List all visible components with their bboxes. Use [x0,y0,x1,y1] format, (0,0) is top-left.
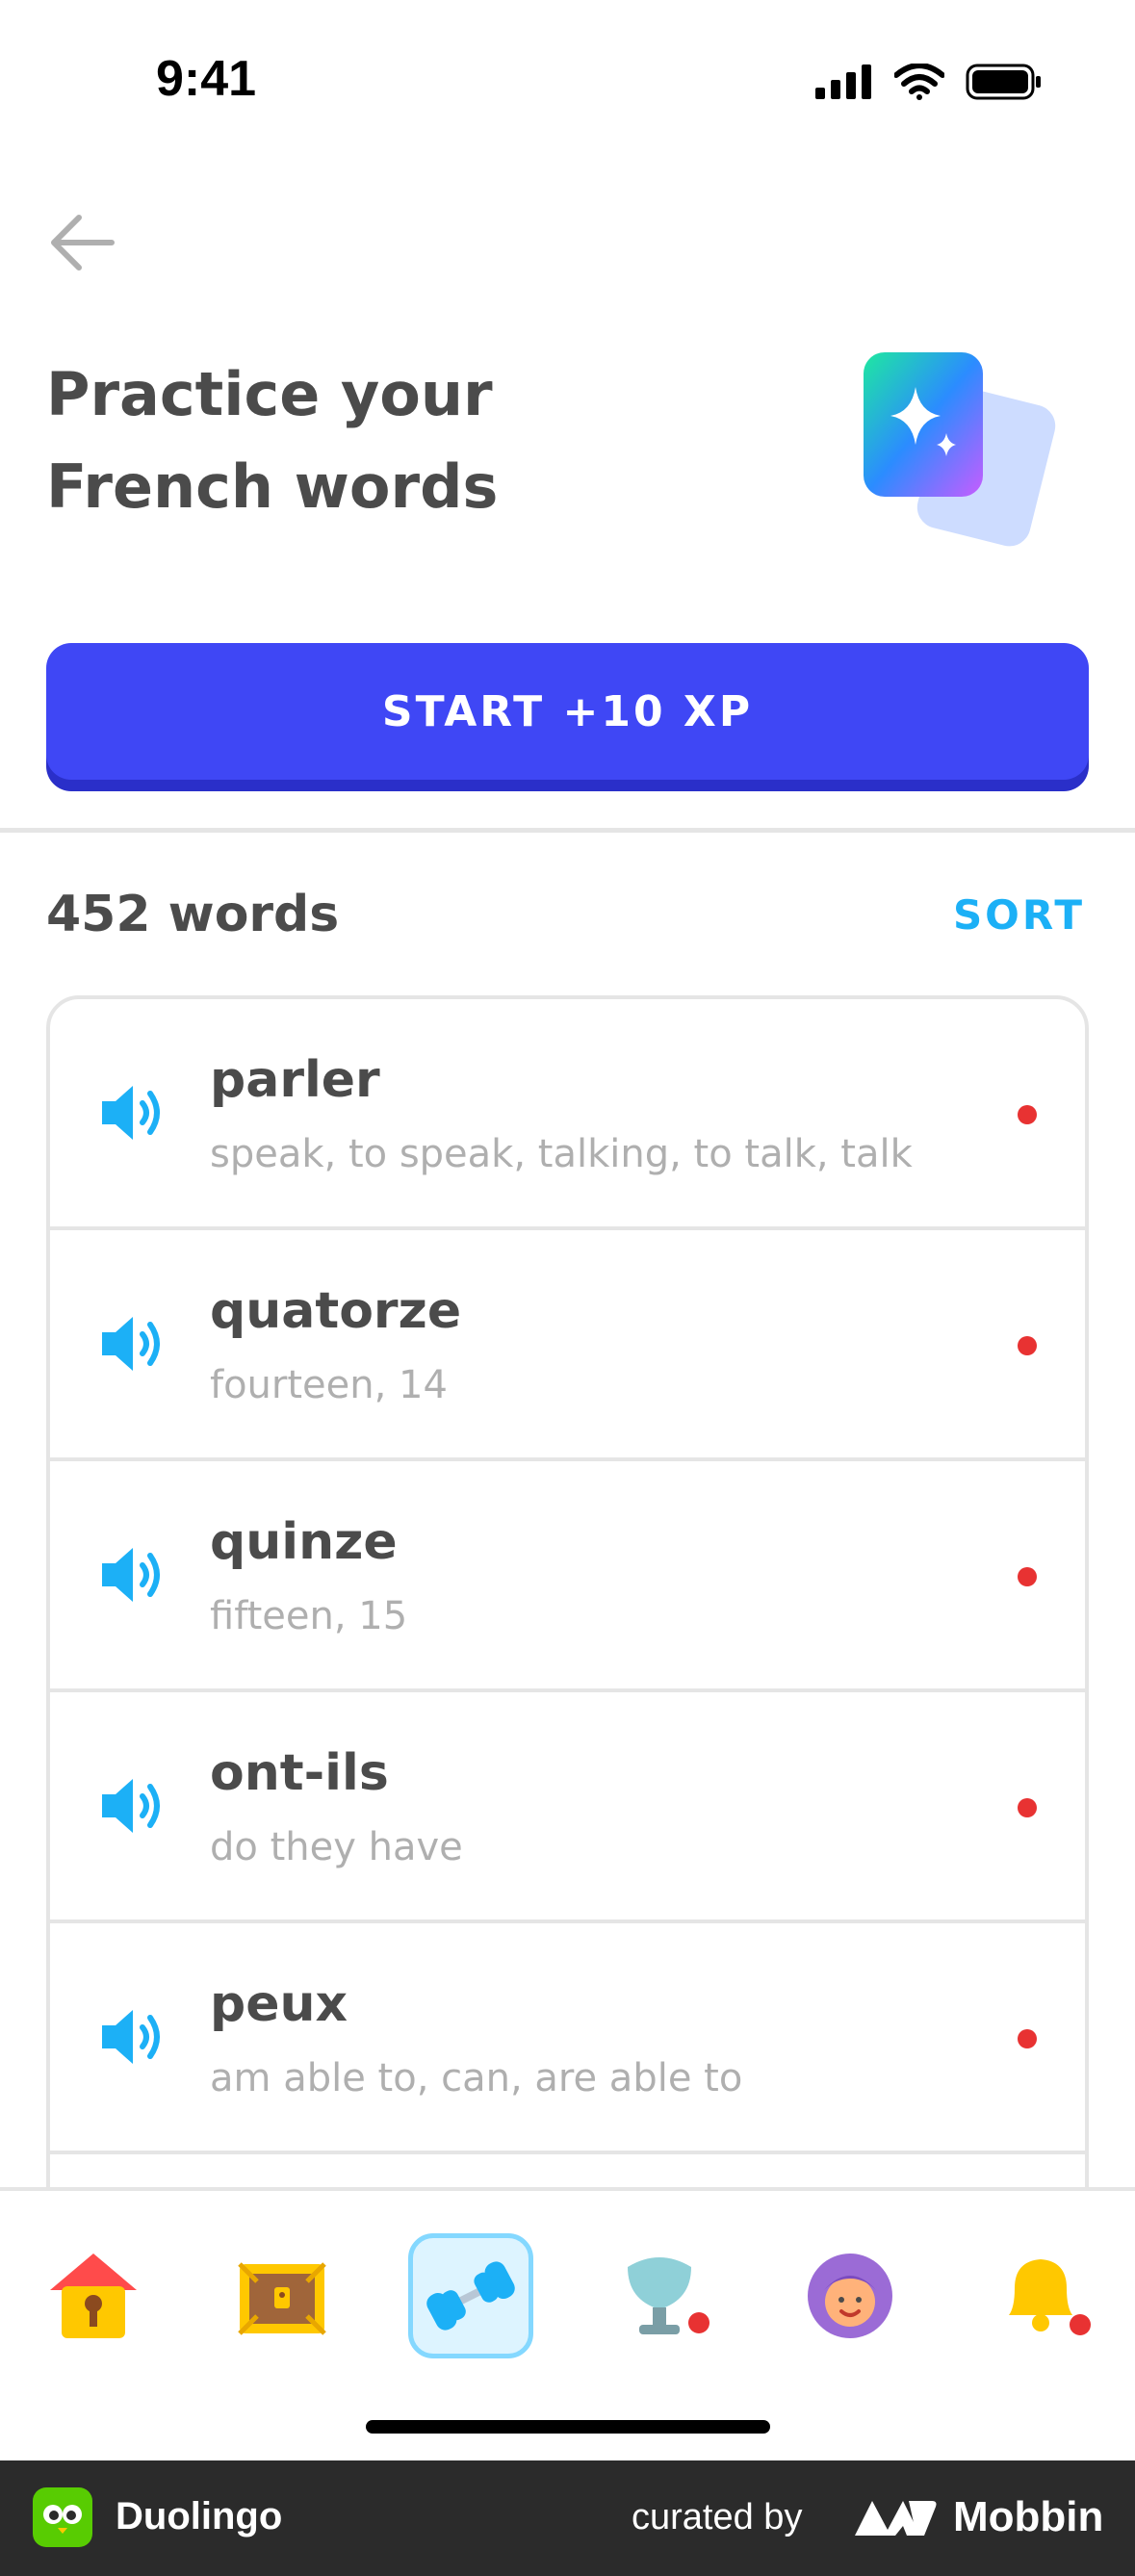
speaker-icon[interactable] [94,1307,168,1380]
dumbbell-icon [426,2261,515,2331]
footer-app-name: Duolingo [116,2495,283,2537]
tab-home[interactable] [31,2233,156,2358]
section-divider [0,828,1135,833]
battery-icon [966,64,1041,100]
status-time: 9:41 [156,51,257,107]
unread-dot [1018,1336,1037,1355]
speaker-icon[interactable] [94,1769,168,1842]
tab-shield[interactable] [597,2233,722,2358]
sparkle-cards-icon [864,352,1056,547]
word-term: peux [210,1975,348,2033]
unread-dot [1018,1567,1037,1586]
tab-leagues[interactable] [219,2233,345,2358]
word-translations: do they have [210,1825,463,1869]
back-button[interactable] [44,206,121,279]
list-item[interactable] [50,2154,1085,2189]
wifi-icon [894,64,944,100]
word-translations: speak, to speak, talking, to talk, talk [210,1132,913,1176]
shield-icon [628,2257,709,2334]
list-item[interactable]: parler speak, to speak, talking, to talk… [50,999,1085,1230]
title-line-1: Practice your [46,359,493,429]
list-item[interactable]: quinze fifteen, 15 [50,1461,1085,1692]
title-line-2: French words [46,451,499,522]
unread-dot [1018,1798,1037,1817]
list-item[interactable]: peux am able to, can, are able to [50,1923,1085,2154]
start-practice-button[interactable]: START +10 XP [46,643,1089,780]
tab-practice[interactable] [408,2233,533,2358]
tab-notifications[interactable] [978,2233,1103,2358]
word-list-viewport[interactable]: parler speak, to speak, talking, to talk… [0,995,1135,2189]
word-count: 452 words [46,886,340,943]
word-translations: fifteen, 15 [210,1594,408,1638]
list-item[interactable]: quatorze fourteen, 14 [50,1230,1085,1461]
tab-profile[interactable] [787,2233,913,2358]
word-term: quinze [210,1513,398,1571]
speaker-icon[interactable] [94,1538,168,1611]
footer-curated-by: curated by [632,2497,803,2537]
mobbin-logo-icon [855,2501,937,2536]
unread-dot [1018,1105,1037,1124]
home-indicator [366,2420,770,2434]
duolingo-logo-icon [33,2487,92,2547]
footer-brand: Mobbin [953,2493,1104,2540]
word-term: quatorze [210,1282,462,1340]
word-term: parler [210,1051,380,1109]
sort-button[interactable]: SORT [953,891,1085,939]
bell-icon [1009,2259,1091,2335]
page-title: Practice your French words [46,348,720,533]
home-icon [50,2254,137,2338]
status-icons [815,64,1043,100]
footer-banner: Duolingo curated by Mobbin [0,2460,1135,2576]
word-term: ont-ils [210,1744,389,1802]
cellular-signal-icon [815,64,871,99]
speaker-icon[interactable] [94,1076,168,1149]
speaker-icon[interactable] [94,2000,168,2074]
unread-dot [1018,2029,1037,2048]
arrow-left-icon [51,215,115,270]
word-translations: fourteen, 14 [210,1363,448,1407]
profile-avatar-icon [808,2254,892,2338]
list-item[interactable]: ont-ils do they have [50,1692,1085,1923]
treasure-chest-icon [238,2262,326,2335]
status-bar: 9:41 [0,0,1135,144]
word-list: parler speak, to speak, talking, to talk… [46,995,1089,2189]
word-translations: am able to, can, are able to [210,2056,743,2100]
